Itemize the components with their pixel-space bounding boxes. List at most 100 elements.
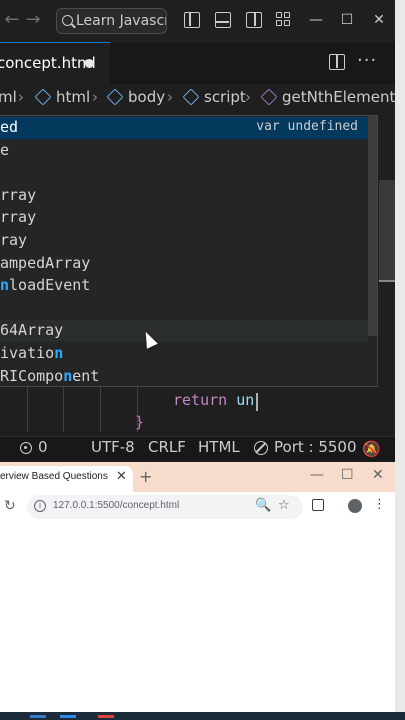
indent-guide (27, 382, 28, 432)
unsaved-dot-icon[interactable] (85, 59, 94, 68)
suggestion-item[interactable]: RIComponent (0, 366, 368, 388)
new-tab-button[interactable]: + (139, 467, 152, 486)
more-actions-icon[interactable]: ··· (357, 50, 377, 71)
chevron-right-icon: › (167, 88, 173, 106)
suggest-scrollbar[interactable] (368, 116, 377, 336)
suggestion-item[interactable]: ampedArray (0, 253, 368, 275)
suggestion-label: ampedArray (0, 253, 91, 272)
closing-brace: } (135, 413, 145, 431)
breadcrumb-item-getnthelement[interactable]: getNthElement (282, 88, 395, 106)
element-cube-icon (106, 88, 124, 106)
title-bar: ← → Learn Javascript — ☐ ✕ (0, 0, 395, 42)
suggestion-label: nloadEvent (0, 276, 91, 295)
taskbar-app-icon[interactable] (98, 715, 114, 718)
indent-guide (100, 382, 101, 432)
suggestion-detail: var undefined (256, 119, 358, 134)
browser-maximize-button[interactable]: ☐ (341, 467, 354, 483)
typed-identifier: un (236, 391, 255, 409)
command-center-label: Learn Javascript (76, 13, 166, 29)
forward-arrow-icon[interactable]: → (23, 10, 43, 30)
desktop-edge (395, 0, 405, 720)
command-center-search[interactable]: Learn Javascript (56, 8, 167, 34)
text-cursor (256, 393, 258, 411)
vscode-window: ← → Learn Javascript — ☐ ✕ concept.html … (0, 0, 395, 462)
notification-bell-icon[interactable]: 🔕 (362, 440, 381, 458)
broadcast-ports-icon[interactable] (20, 442, 32, 454)
chevron-right-icon: › (18, 88, 24, 106)
profile-avatar[interactable] (348, 499, 362, 513)
breadcrumb-item-html-file[interactable]: ml (0, 88, 17, 106)
suggestion-label: ed (0, 118, 19, 136)
suggestion-match-highlight: n (0, 276, 10, 295)
breadcrumb-item-html[interactable]: html (56, 88, 90, 106)
overview-ruler-mark (379, 280, 395, 282)
tab-concept-html[interactable]: concept.html (0, 42, 110, 84)
suggestion-label: e (0, 140, 10, 159)
bookmark-star-icon[interactable]: ☆ (278, 498, 290, 513)
browser-minimize-button[interactable]: — (310, 467, 324, 483)
suggestion-label: ivation (0, 344, 64, 362)
suggestion-label: rray (0, 208, 37, 227)
editor-scrollbar[interactable] (379, 180, 395, 280)
suggestion-match-highlight: n (63, 366, 73, 385)
browser-close-button[interactable]: ✕ (372, 467, 384, 483)
keyword-return: return (173, 391, 228, 409)
element-cube-icon (34, 88, 52, 106)
code-line-return: return un (173, 391, 254, 409)
tab-close-icon[interactable]: ✕ (116, 469, 127, 484)
address-bar[interactable]: i 127.0.0.1:5500/concept.html 🔍 ☆ (27, 495, 303, 519)
url-text: 127.0.0.1:5500/concept.html (53, 500, 180, 511)
suggestion-item[interactable]: 64Array (0, 320, 368, 343)
toggle-primary-sidebar-icon[interactable] (184, 12, 200, 28)
taskbar-app-icon[interactable] (60, 715, 76, 718)
suggestion-item[interactable]: rray (0, 185, 368, 207)
toggle-secondary-sidebar-icon[interactable] (246, 12, 262, 28)
close-button[interactable]: ✕ (369, 10, 389, 30)
customize-layout-icon[interactable] (276, 12, 292, 28)
browser-window: erview Based Questions ✕ + — ☐ ✕ ↻ i 127… (0, 462, 395, 720)
element-cube-icon (182, 88, 200, 106)
suggestion-item[interactable]: ivation (0, 343, 368, 365)
zoom-icon[interactable]: 🔍 (255, 498, 271, 513)
suggestion-label: rray (0, 185, 37, 204)
reload-icon[interactable]: ↻ (4, 498, 16, 514)
site-info-icon[interactable]: i (34, 500, 46, 512)
suggestion-label: 64Array (0, 321, 64, 340)
tab-label: concept.html (0, 54, 96, 72)
browser-tab-strip: erview Based Questions ✕ + — ☐ ✕ (0, 462, 395, 492)
suggestion-item[interactable] (0, 162, 368, 184)
status-eol[interactable]: CRLF (148, 438, 186, 456)
extensions-icon[interactable] (312, 499, 324, 511)
browser-toolbar: ↻ i 127.0.0.1:5500/concept.html 🔍 ☆ ⋮ (0, 492, 395, 523)
minimize-button[interactable]: — (306, 10, 326, 30)
status-live-server-port[interactable]: Port : 5500 (274, 438, 357, 456)
maximize-button[interactable]: ☐ (337, 10, 357, 30)
browser-menu-icon[interactable]: ⋮ (373, 497, 386, 512)
method-icon (260, 88, 278, 106)
back-arrow-icon[interactable]: ← (2, 10, 22, 30)
suggestion-item[interactable]: e (0, 140, 368, 162)
status-language[interactable]: HTML (198, 438, 240, 456)
suggestion-item[interactable]: ray (0, 230, 368, 252)
chevron-right-icon: › (92, 88, 98, 106)
toggle-panel-icon[interactable] (215, 12, 231, 28)
suggestion-item[interactable] (0, 298, 368, 320)
web-page-content[interactable] (0, 522, 395, 714)
browser-tab-title: erview Based Questions (0, 471, 108, 482)
browser-tab[interactable]: erview Based Questions ✕ (0, 466, 133, 492)
live-server-stop-icon (254, 441, 268, 455)
suggestion-item[interactable]: nloadEvent (0, 275, 368, 297)
status-encoding[interactable]: UTF-8 (91, 438, 135, 456)
search-icon (62, 15, 73, 26)
suggestion-item[interactable]: rray (0, 207, 368, 229)
suggest-widget: RIComponent ivation 64Array nloadEvent amped… (0, 115, 378, 387)
taskbar (0, 712, 405, 720)
breadcrumb-item-script[interactable]: script (204, 88, 246, 106)
taskbar-app-icon[interactable] (30, 715, 46, 718)
status-ports-count[interactable]: 0 (38, 438, 48, 456)
status-bar: 0 UTF-8 CRLF HTML Port : 5500 🔕 (0, 436, 395, 461)
indent-guide (63, 382, 64, 432)
split-editor-icon[interactable] (329, 54, 345, 70)
breadcrumb-item-body[interactable]: body (128, 88, 165, 106)
suggestion-item[interactable]: ed var undefined (0, 117, 368, 139)
